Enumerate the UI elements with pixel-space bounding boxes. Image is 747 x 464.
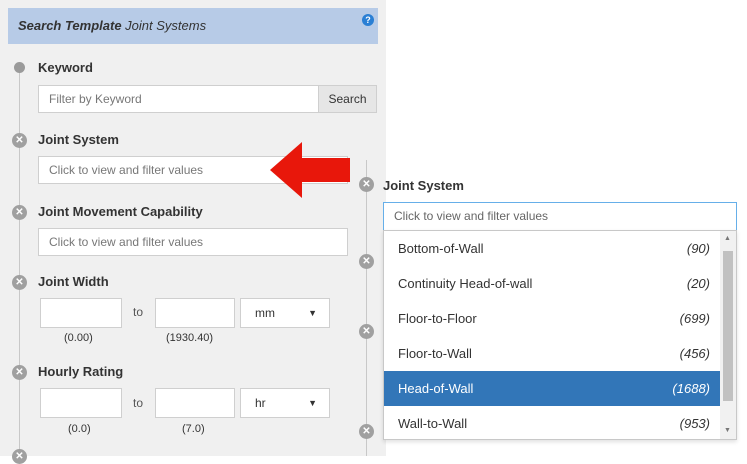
dropdown-option[interactable]: Floor-to-Floor (699) bbox=[384, 301, 720, 336]
panel-header: Search Template Joint Systems bbox=[8, 8, 378, 44]
joint-width-max-hint: (1930.40) bbox=[166, 332, 214, 344]
joint-movement-input[interactable]: Click to view and filter values bbox=[38, 228, 348, 256]
remove-circle-icon[interactable]: ✕ bbox=[359, 177, 374, 192]
joint-width-unit-select[interactable]: mm ▼ bbox=[240, 298, 330, 328]
hourly-rating-unit-select[interactable]: hr ▼ bbox=[240, 388, 330, 418]
dropdown-option[interactable]: Bottom-of-Wall (90) bbox=[384, 231, 720, 266]
joint-width-max-input[interactable] bbox=[155, 298, 235, 328]
dropdown-option-selected[interactable]: Head-of-Wall (1688) bbox=[384, 371, 720, 406]
joint-system-label: Joint System bbox=[38, 132, 119, 147]
help-icon[interactable]: ? bbox=[362, 14, 374, 26]
joint-width-unit: mm bbox=[255, 306, 275, 320]
hourly-rating-min-hint: (0.0) bbox=[68, 423, 91, 435]
dropdown-option[interactable]: Continuity Head-of-wall (20) bbox=[384, 266, 720, 301]
remove-circle-icon[interactable]: ✕ bbox=[12, 133, 27, 148]
hourly-rating-label: Hourly Rating bbox=[38, 364, 124, 379]
remove-circle-icon[interactable]: ✕ bbox=[359, 324, 374, 339]
header-title-rest: Joint Systems bbox=[121, 18, 207, 33]
hourly-rating-max-input[interactable] bbox=[155, 388, 235, 418]
popup-joint-system-label: Joint System bbox=[383, 178, 464, 193]
remove-circle-icon[interactable]: ✕ bbox=[12, 205, 27, 220]
remove-circle-icon[interactable]: ✕ bbox=[12, 365, 27, 380]
hourly-rating-max-hint: (7.0) bbox=[182, 423, 205, 435]
scroll-up-icon[interactable]: ▲ bbox=[724, 235, 731, 242]
scrollbar-thumb[interactable] bbox=[723, 251, 733, 401]
dropdown-option[interactable]: Wall-to-Wall (953) bbox=[384, 406, 720, 439]
remove-circle-icon[interactable]: ✕ bbox=[359, 254, 374, 269]
chevron-down-icon: ▼ bbox=[308, 308, 317, 318]
joint-movement-label: Joint Movement Capability bbox=[38, 204, 203, 219]
hourly-rating-unit: hr bbox=[255, 396, 266, 410]
remove-circle-icon[interactable]: ✕ bbox=[12, 449, 27, 464]
search-template-panel: Search Template Joint Systems ? Keyword … bbox=[0, 0, 386, 464]
remove-circle-icon[interactable]: ✕ bbox=[12, 275, 27, 290]
remove-circle-icon[interactable]: ✕ bbox=[359, 424, 374, 439]
hourly-rating-min-input[interactable] bbox=[40, 388, 122, 418]
joint-width-min-input[interactable] bbox=[40, 298, 122, 328]
dropdown-option[interactable]: Floor-to-Wall (456) bbox=[384, 336, 720, 371]
scroll-down-icon[interactable]: ▼ bbox=[724, 427, 731, 434]
joint-width-label: Joint Width bbox=[38, 274, 109, 289]
bullet-dot-icon bbox=[14, 62, 25, 73]
joint-system-dropdown[interactable]: Bottom-of-Wall (90) Continuity Head-of-wa… bbox=[383, 230, 737, 440]
search-button[interactable]: Search bbox=[318, 85, 377, 113]
popup-joint-system-input[interactable]: Click to view and filter values bbox=[383, 202, 737, 231]
joint-width-to: to bbox=[133, 305, 144, 319]
hourly-rating-to: to bbox=[133, 396, 144, 410]
header-title-bold: Search Template bbox=[18, 18, 122, 33]
timeline-line bbox=[19, 72, 20, 456]
red-left-arrow-icon bbox=[270, 142, 350, 198]
dropdown-scrollbar[interactable]: ▲ ▼ bbox=[720, 231, 736, 439]
joint-width-min-hint: (0.00) bbox=[64, 332, 93, 344]
keyword-label: Keyword bbox=[38, 60, 93, 75]
chevron-down-icon: ▼ bbox=[308, 398, 317, 408]
keyword-input[interactable]: Filter by Keyword bbox=[38, 85, 319, 113]
popup-timeline-line bbox=[366, 160, 367, 456]
